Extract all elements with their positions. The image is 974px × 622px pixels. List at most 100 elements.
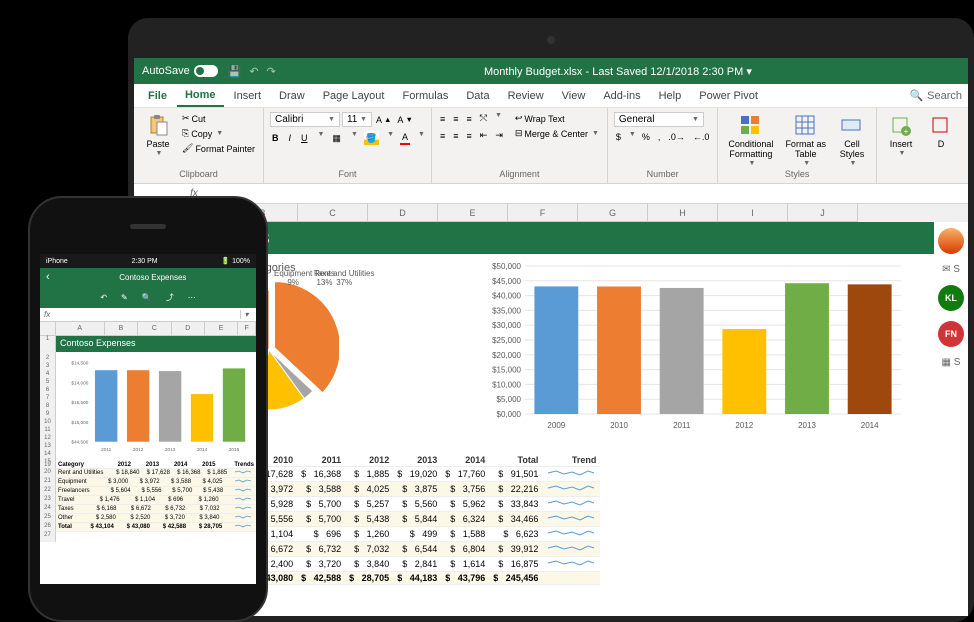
- pcol-a[interactable]: A: [56, 322, 105, 336]
- pcol-b[interactable]: B: [105, 322, 138, 336]
- toggle-switch[interactable]: [194, 65, 218, 77]
- svg-text:2011: 2011: [101, 447, 111, 452]
- autosave-label: AutoSave: [142, 65, 190, 77]
- tab-power-pivot[interactable]: Power Pivot: [691, 86, 766, 106]
- mobile-bar-chart[interactable]: $44,500$15,000$15,500$14,000$14,50020112…: [62, 356, 250, 460]
- col-e[interactable]: E: [438, 204, 508, 222]
- col-i[interactable]: I: [718, 204, 788, 222]
- underline-button[interactable]: U: [299, 131, 310, 145]
- font-name-combo[interactable]: Calibri▼: [270, 112, 340, 127]
- draw-icon[interactable]: ✎: [121, 293, 128, 302]
- qat-save-icon[interactable]: 💾: [228, 65, 242, 78]
- col-j[interactable]: J: [788, 204, 858, 222]
- avatar-2[interactable]: KL: [938, 285, 964, 311]
- align-right-button[interactable]: ≡: [465, 129, 474, 142]
- avatar-3[interactable]: FN: [938, 321, 964, 347]
- mobile-header: ‹ Contoso Expenses: [40, 268, 256, 286]
- cut-button[interactable]: ✂Cut: [180, 112, 257, 125]
- bar-chart[interactable]: $0,000$5,000$10,000$15,000$20,000$25,000…: [414, 262, 968, 450]
- grid-icon[interactable]: ▦ S: [942, 357, 961, 368]
- tab-draw[interactable]: Draw: [271, 86, 313, 106]
- prow-range[interactable]: 234567891011121314151617: [40, 352, 56, 462]
- orientation-button[interactable]: ⤲: [478, 112, 489, 125]
- indent-inc-button[interactable]: ⇥: [493, 129, 505, 142]
- undo-icon[interactable]: ↶: [100, 293, 107, 302]
- svg-text:$45,000: $45,000: [492, 277, 521, 286]
- chevron-down-icon[interactable]: ▾: [240, 310, 252, 319]
- wrap-text-button[interactable]: ↩Wrap Text: [513, 112, 601, 125]
- svg-text:2015: 2015: [229, 447, 240, 452]
- share-icon[interactable]: ✉ S: [942, 264, 960, 275]
- tab-help[interactable]: Help: [651, 86, 690, 106]
- excel-mobile-window: iPhone 2:30 PM 🔋 100% ‹ Contoso Expenses…: [40, 254, 256, 584]
- fill-color-button[interactable]: 🪣: [364, 131, 379, 145]
- align-middle-button[interactable]: ≡: [451, 112, 460, 125]
- qat-undo-icon[interactable]: ↶: [249, 65, 258, 78]
- number-format-combo[interactable]: General▼: [614, 112, 704, 127]
- comma-button[interactable]: ,: [656, 131, 663, 143]
- wrap-icon: ↩: [515, 113, 523, 124]
- font-color-button[interactable]: A: [400, 131, 410, 145]
- align-left-button[interactable]: ≡: [438, 129, 447, 142]
- font-size-combo[interactable]: 11▼: [342, 112, 372, 127]
- col-c[interactable]: C: [298, 204, 368, 222]
- col-f[interactable]: F: [508, 204, 578, 222]
- tab-page-layout[interactable]: Page Layout: [315, 86, 393, 106]
- delete-cells-button[interactable]: D: [923, 112, 959, 152]
- tab-file[interactable]: File: [140, 86, 175, 106]
- more-icon[interactable]: ⋯: [188, 293, 196, 302]
- col-d[interactable]: D: [368, 204, 438, 222]
- shrink-font-button[interactable]: A▼: [395, 112, 414, 127]
- bold-button[interactable]: B: [270, 131, 281, 145]
- paste-icon: [144, 114, 172, 138]
- tab-review[interactable]: Review: [500, 86, 552, 106]
- svg-text:2013: 2013: [798, 421, 816, 430]
- pcol-c[interactable]: C: [138, 322, 171, 336]
- pcol-e[interactable]: E: [205, 322, 238, 336]
- svg-text:2012: 2012: [735, 421, 753, 430]
- tab-insert[interactable]: Insert: [226, 86, 270, 106]
- format-as-table-button[interactable]: Format as Table▼: [781, 112, 830, 169]
- tab-home[interactable]: Home: [177, 85, 224, 107]
- align-top-button[interactable]: ≡: [438, 112, 447, 125]
- pcol-f[interactable]: F: [238, 322, 256, 336]
- avatar-1[interactable]: [938, 228, 964, 254]
- tab-addins[interactable]: Add-ins: [595, 86, 648, 106]
- indent-dec-button[interactable]: ⇤: [478, 129, 490, 142]
- cell-styles-button[interactable]: Cell Styles▼: [834, 112, 870, 169]
- merge-center-button[interactable]: ⊟Merge & Center▼: [513, 127, 601, 140]
- grow-font-button[interactable]: A▲: [374, 112, 393, 127]
- svg-text:$40,000: $40,000: [492, 292, 521, 301]
- back-icon[interactable]: ‹: [46, 271, 50, 283]
- prow-1[interactable]: 1: [40, 336, 56, 352]
- align-center-button[interactable]: ≡: [451, 129, 460, 142]
- dec-decimal-button[interactable]: ←.0: [691, 131, 712, 143]
- conditional-formatting-button[interactable]: Conditional Formatting▼: [724, 112, 777, 169]
- qat-redo-icon[interactable]: ↷: [267, 65, 276, 78]
- ribbon: Paste▼ ✂Cut ⎘Copy▼ 🖌Format Painter Clipb…: [134, 108, 968, 184]
- tab-data[interactable]: Data: [458, 86, 497, 106]
- autosave-toggle[interactable]: AutoSave 💾 ↶ ↷: [142, 65, 276, 78]
- format-painter-button[interactable]: 🖌Format Painter: [180, 142, 257, 155]
- inc-decimal-button[interactable]: .0→: [666, 131, 687, 143]
- currency-button[interactable]: $: [614, 131, 623, 143]
- copy-button[interactable]: ⎘Copy▼: [180, 127, 257, 140]
- mobile-table-wrap[interactable]: 19Category2012201320142015Trends20Rent a…: [40, 462, 256, 542]
- phone-speaker: [130, 224, 166, 229]
- search-icon[interactable]: 🔍: [142, 293, 152, 302]
- tab-view[interactable]: View: [554, 86, 594, 106]
- paste-button[interactable]: Paste▼: [140, 112, 176, 160]
- col-h[interactable]: H: [648, 204, 718, 222]
- pcol-d[interactable]: D: [172, 322, 205, 336]
- col-g[interactable]: G: [578, 204, 648, 222]
- mobile-corner[interactable]: [40, 322, 56, 336]
- share-icon[interactable]: ⤴: [166, 292, 174, 303]
- mobile-fx-bar[interactable]: fx▾: [40, 308, 256, 322]
- percent-button[interactable]: %: [640, 131, 652, 143]
- tab-formulas[interactable]: Formulas: [394, 86, 456, 106]
- align-bottom-button[interactable]: ≡: [465, 112, 474, 125]
- insert-cells-button[interactable]: +Insert▼: [883, 112, 919, 160]
- italic-button[interactable]: I: [286, 131, 293, 145]
- border-button[interactable]: ▦: [330, 131, 343, 145]
- search-box[interactable]: 🔍 Search: [909, 89, 962, 102]
